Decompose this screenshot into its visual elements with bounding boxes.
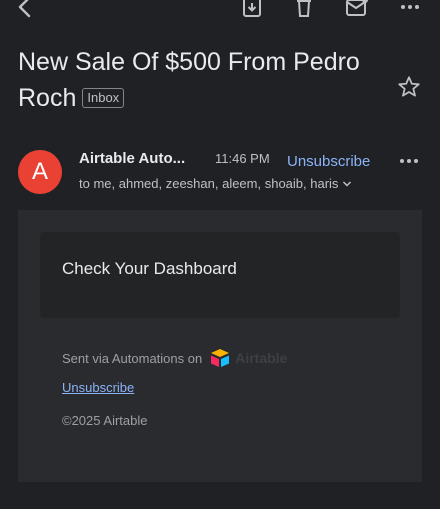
email-body: Check Your Dashboard Sent via Automation… bbox=[18, 210, 422, 482]
airtable-wordmark: Airtable bbox=[235, 350, 288, 366]
recipients-text: to me, ahmed, zeeshan, aleem, shoaib, ha… bbox=[79, 176, 339, 191]
unsubscribe-link-header[interactable]: Unsubscribe bbox=[287, 153, 370, 170]
inbox-label-chip[interactable]: Inbox bbox=[82, 88, 125, 108]
email-time: 11:46 PM bbox=[215, 151, 270, 166]
mark-unread-icon[interactable] bbox=[344, 0, 370, 20]
unsubscribe-link-footer[interactable]: Unsubscribe bbox=[62, 380, 134, 395]
top-toolbar bbox=[0, 0, 440, 24]
sent-via-line: Sent via Automations on Airtable bbox=[62, 348, 287, 368]
email-subject: New Sale Of $500 From Pedro Roch Inbox bbox=[18, 44, 378, 116]
recipients-toggle[interactable]: to me, ahmed, zeeshan, aleem, shoaib, ha… bbox=[79, 176, 352, 191]
sender-name[interactable]: Airtable Auto... bbox=[79, 150, 185, 167]
dashboard-card: Check Your Dashboard bbox=[40, 232, 400, 318]
more-options-icon[interactable] bbox=[398, 150, 420, 172]
copyright-text: ©2025 Airtable bbox=[62, 413, 148, 428]
chevron-down-icon bbox=[342, 176, 352, 191]
back-arrow-icon[interactable] bbox=[14, 0, 36, 20]
subject-text: New Sale Of $500 From Pedro Roch bbox=[18, 48, 360, 112]
dashboard-card-text: Check Your Dashboard bbox=[62, 259, 237, 278]
trash-icon[interactable] bbox=[292, 0, 316, 20]
avatar[interactable]: A bbox=[18, 150, 62, 194]
more-vertical-icon[interactable] bbox=[398, 0, 422, 20]
star-icon[interactable] bbox=[396, 74, 422, 100]
airtable-logo[interactable]: Airtable bbox=[209, 348, 287, 368]
sent-via-text: Sent via Automations on bbox=[62, 350, 203, 366]
archive-icon[interactable] bbox=[240, 0, 264, 20]
